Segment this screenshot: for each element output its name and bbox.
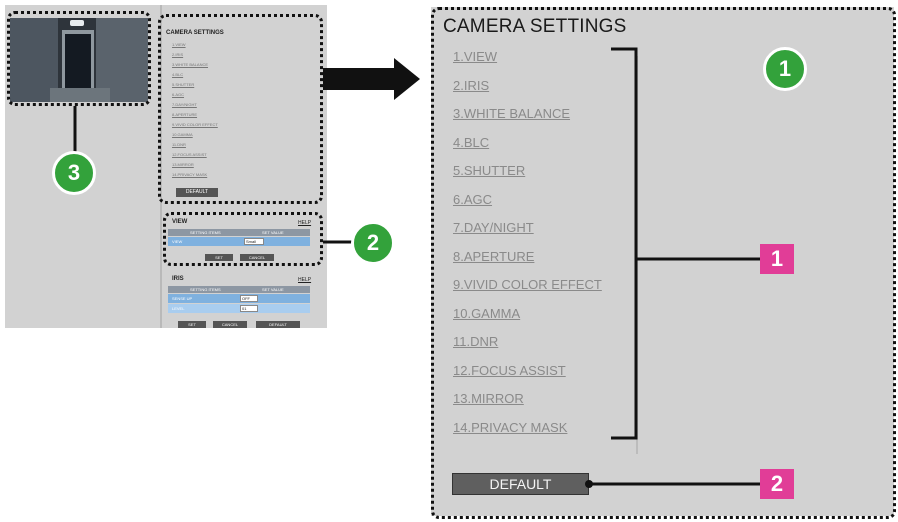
- green-badge-1: 1: [763, 47, 807, 91]
- green-badge-3: 3: [52, 151, 96, 195]
- arrow-icon: [323, 58, 420, 100]
- menu-bracket: [611, 47, 638, 440]
- green-badge-2: 2: [351, 221, 395, 265]
- pink-badge-1: 1: [760, 244, 794, 274]
- pink-badge-2: 2: [760, 469, 794, 499]
